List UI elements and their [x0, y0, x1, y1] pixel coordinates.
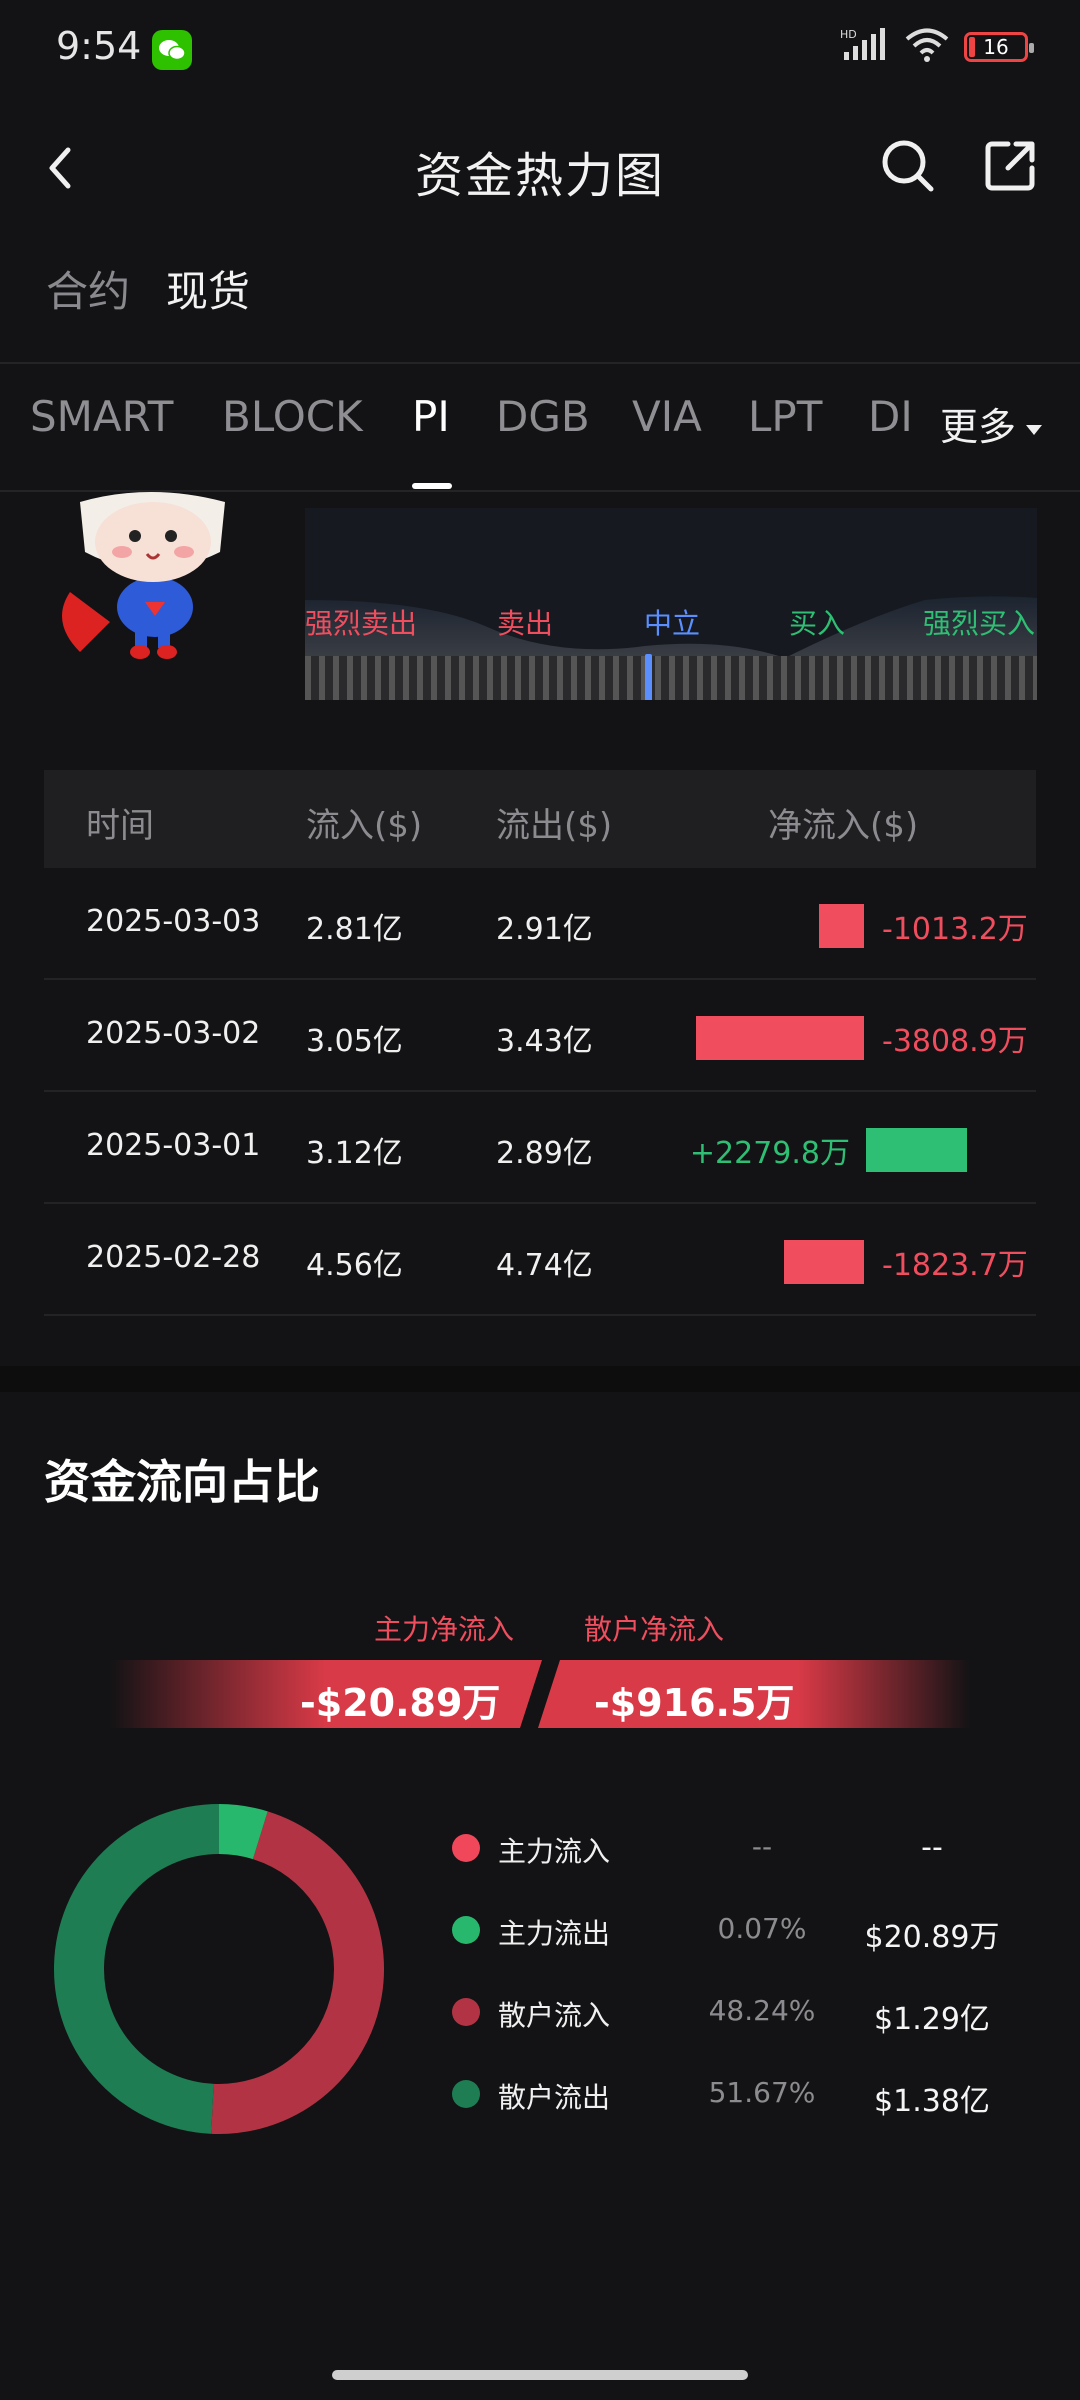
- header-inflow: 流入($): [306, 806, 423, 846]
- row-date: 2025-03-01: [86, 1128, 261, 1163]
- tab-smart[interactable]: SMART: [30, 392, 173, 441]
- legend-dot: [452, 1834, 480, 1862]
- legend-dot: [452, 1998, 480, 2026]
- legend-dot: [452, 1916, 480, 1944]
- net-flow-bar: [784, 1240, 864, 1284]
- retail-net-label: 散户净流入: [584, 1613, 725, 1646]
- row-inflow: 4.56亿: [306, 1248, 403, 1283]
- home-indicator: [332, 2370, 748, 2380]
- sentiment-scale: [305, 656, 1037, 700]
- sentiment-pointer: [645, 654, 652, 700]
- more-label: 更多: [940, 405, 1017, 449]
- search-icon[interactable]: [880, 138, 936, 194]
- legend-item: 散户流出 51.67% $1.38亿: [452, 2066, 1032, 2126]
- legend-item: 主力流入 -- --: [452, 1820, 1032, 1880]
- legend-name: 散户流入: [498, 1999, 611, 2032]
- wechat-icon: [152, 30, 192, 70]
- legend-amount: $20.89万: [864, 1920, 1000, 1955]
- legend-item: 主力流出 0.07% $20.89万: [452, 1902, 1032, 1962]
- section-separator: [0, 1366, 1080, 1392]
- row-net-value: +2279.8万: [689, 1136, 850, 1171]
- flow-donut-chart: [54, 1804, 384, 2134]
- mascot-image: [50, 492, 250, 664]
- svg-text:HD: HD: [840, 28, 857, 41]
- tab-dgb[interactable]: DGB: [496, 392, 590, 441]
- net-flow-bar: [819, 904, 864, 948]
- donut-retail-inflow: [211, 1811, 384, 2134]
- share-icon[interactable]: [982, 138, 1038, 194]
- legend-amount: --: [921, 1830, 943, 1865]
- header-outflow: 流出($): [496, 806, 613, 846]
- tab-lpt[interactable]: LPT: [748, 392, 822, 441]
- status-time: 9:54: [56, 24, 142, 68]
- row-date: 2025-03-02: [86, 1016, 261, 1051]
- legend-name: 主力流出: [498, 1917, 611, 1950]
- tab-via[interactable]: VIA: [632, 392, 702, 441]
- main-net-value: -$20.89万: [300, 1681, 501, 1725]
- donut-retail-outflow: [54, 1804, 220, 2134]
- row-date: 2025-02-28: [86, 1240, 261, 1275]
- row-inflow: 3.12亿: [306, 1136, 403, 1171]
- sentiment-strong-buy: 强烈买入: [923, 607, 1036, 640]
- tab-contract[interactable]: 合约: [46, 258, 130, 319]
- legend-percent: 48.24%: [708, 1994, 816, 2027]
- battery-level: 16: [983, 35, 1009, 59]
- table-row: 2025-02-28 4.56亿 4.74亿 -1823.7万: [44, 1204, 1036, 1316]
- net-flow-banner: [110, 1660, 970, 1728]
- sentiment-neutral: 中立: [644, 607, 701, 640]
- row-outflow: 4.74亿: [496, 1248, 593, 1283]
- flow-table: 时间 流入($) 流出($) 净流入($) 2025-03-03 2.81亿 2.9…: [44, 770, 1036, 1316]
- donut-main-outflow: [218, 1804, 268, 1860]
- legend-amount: $1.38亿: [874, 2084, 990, 2119]
- row-outflow: 2.89亿: [496, 1136, 593, 1171]
- row-net-value: -1013.2万: [882, 912, 1028, 947]
- legend-percent: --: [751, 1830, 773, 1863]
- battery-icon: 16: [964, 32, 1034, 62]
- divider: [0, 362, 1080, 364]
- row-net-value: -3808.9万: [882, 1024, 1028, 1059]
- row-net-value: -1823.7万: [882, 1248, 1028, 1283]
- header-net: 净流入($): [768, 806, 919, 846]
- active-tab-indicator: [412, 483, 452, 489]
- net-flow-bar: [866, 1128, 967, 1172]
- tab-di[interactable]: DI: [868, 392, 913, 441]
- tab-spot[interactable]: 现货: [166, 258, 250, 319]
- section-title: 资金流向占比: [44, 1455, 320, 1509]
- table-header: 时间 流入($) 流出($) 净流入($): [44, 770, 1036, 868]
- sentiment-buy: 买入: [789, 607, 846, 640]
- row-inflow: 2.81亿: [306, 912, 403, 947]
- caret-down-icon: [1024, 402, 1044, 446]
- legend-percent: 51.67%: [708, 2076, 816, 2109]
- legend-dot: [452, 2080, 480, 2108]
- retail-net-value: -$916.5万: [594, 1681, 795, 1725]
- net-flow-bar: [696, 1016, 864, 1060]
- legend-item: 散户流入 48.24% $1.29亿: [452, 1984, 1032, 2044]
- table-row: 2025-03-02 3.05亿 3.43亿 -3808.9万: [44, 980, 1036, 1092]
- sentiment-strong-sell: 强烈卖出: [305, 607, 418, 640]
- legend-name: 散户流出: [498, 2081, 611, 2114]
- row-outflow: 2.91亿: [496, 912, 593, 947]
- legend-percent: 0.07%: [717, 1912, 807, 1945]
- table-row: 2025-03-03 2.81亿 2.91亿 -1013.2万: [44, 868, 1036, 980]
- sentiment-sell: 卖出: [497, 607, 554, 640]
- sentiment-gauge: 强烈卖出 卖出 中立 买入 强烈买入: [305, 508, 1037, 700]
- row-date: 2025-03-03: [86, 904, 261, 939]
- more-button[interactable]: 更多: [940, 396, 1044, 451]
- row-outflow: 3.43亿: [496, 1024, 593, 1059]
- legend-name: 主力流入: [498, 1835, 611, 1868]
- status-icons: HD 16: [840, 28, 1034, 66]
- tab-block[interactable]: BLOCK: [222, 392, 363, 441]
- header-time: 时间: [86, 806, 154, 846]
- coin-tabs: SMART BLOCK PI DGB VIA LPT DI: [0, 392, 936, 490]
- table-row: 2025-03-01 3.12亿 2.89亿 +2279.8万: [44, 1092, 1036, 1204]
- tab-pi[interactable]: PI: [412, 392, 450, 441]
- row-inflow: 3.05亿: [306, 1024, 403, 1059]
- main-net-label: 主力净流入: [374, 1613, 515, 1646]
- signal-icon: HD: [840, 28, 890, 66]
- wifi-icon: [904, 28, 950, 66]
- legend-amount: $1.29亿: [874, 2002, 990, 2037]
